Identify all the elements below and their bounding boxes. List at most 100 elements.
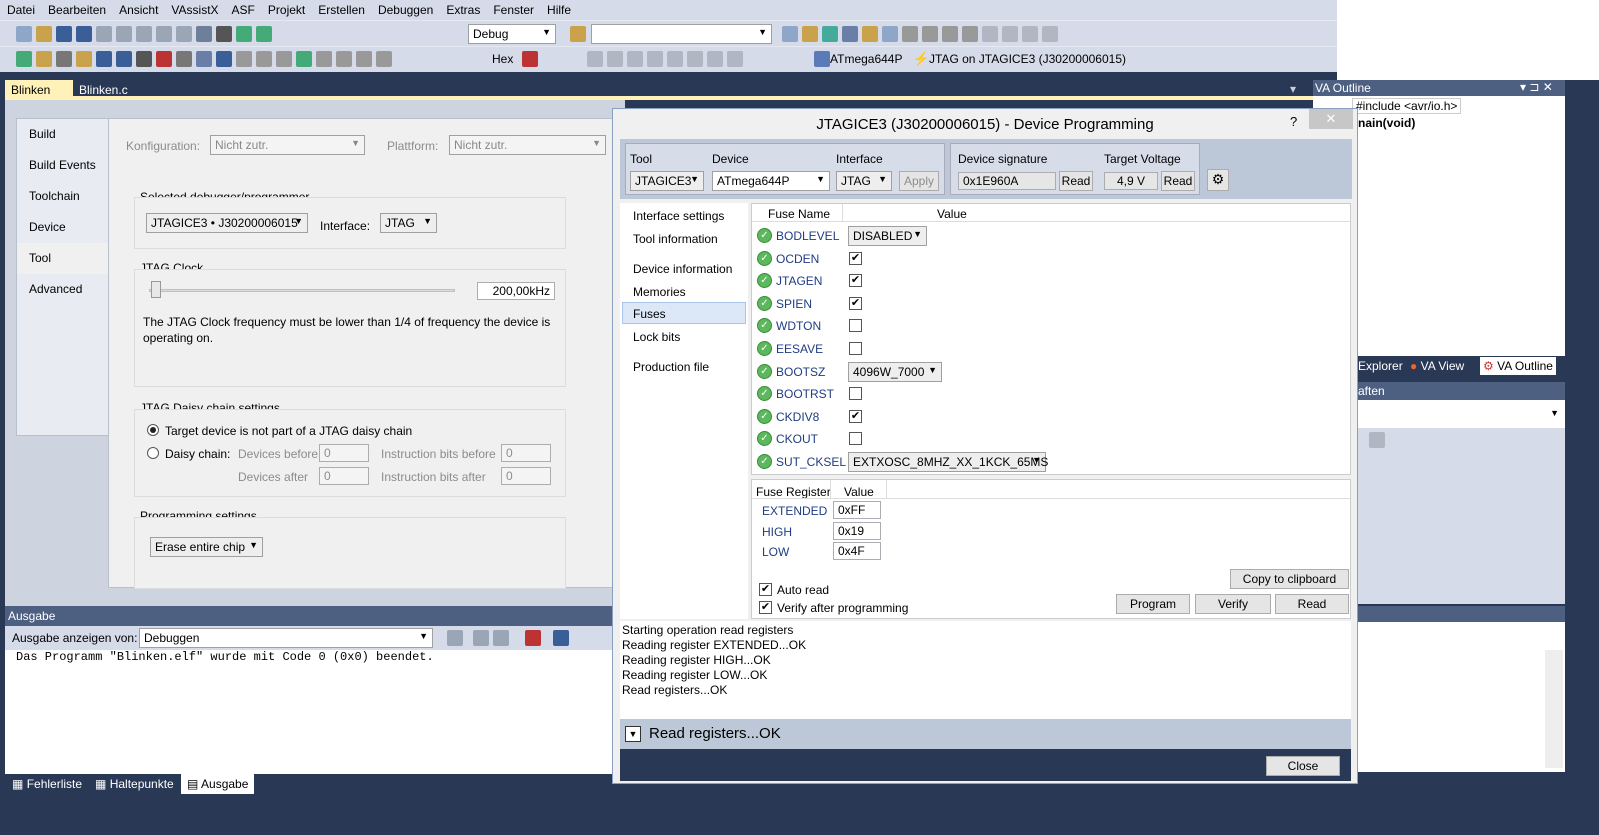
- save-all-icon[interactable]: [76, 26, 92, 42]
- program-button[interactable]: Program: [1116, 594, 1190, 614]
- check-icon[interactable]: [16, 51, 32, 67]
- erase-select[interactable]: Erase entire chip ▼: [150, 537, 263, 557]
- bookmark-clear-icon[interactable]: [1042, 26, 1058, 42]
- fuse-checkbox[interactable]: [849, 432, 862, 446]
- undo-icon[interactable]: [156, 26, 172, 42]
- menu-erstellen[interactable]: Erstellen: [311, 0, 371, 17]
- disassembly-icon[interactable]: [687, 51, 703, 67]
- wrap-icon[interactable]: [553, 630, 569, 646]
- cut-icon[interactable]: [96, 26, 112, 42]
- chip-icon[interactable]: [56, 51, 72, 67]
- cut-red-icon[interactable]: [156, 51, 172, 67]
- tab-fehlerliste[interactable]: ▦ Fehlerliste: [6, 774, 88, 794]
- tool-select[interactable]: JTAGICE3 ▼: [630, 171, 704, 191]
- layout-icon[interactable]: [842, 26, 858, 42]
- tools-icon[interactable]: [862, 26, 878, 42]
- watch-icon[interactable]: [647, 51, 663, 67]
- clock-slider-track[interactable]: [149, 289, 455, 292]
- instruction-before-input[interactable]: 0: [501, 444, 551, 462]
- fuse-checkbox[interactable]: ✔: [849, 274, 862, 288]
- menu-projekt[interactable]: Projekt: [261, 0, 311, 17]
- daisy-chain-radio[interactable]: [147, 447, 159, 459]
- close-button[interactable]: Close: [1266, 756, 1340, 776]
- tool-label[interactable]: JTAG on JTAGICE3 (J30200006015): [929, 52, 1126, 66]
- output-source-select[interactable]: Debuggen ▼: [139, 628, 433, 648]
- devices-after-input[interactable]: 0: [319, 467, 369, 485]
- tab-explorer[interactable]: Explorer: [1358, 359, 1403, 373]
- step-icon[interactable]: [216, 51, 232, 67]
- redo-icon[interactable]: [176, 26, 192, 42]
- key-icon[interactable]: [76, 51, 92, 67]
- menu-datei[interactable]: Datei: [0, 0, 41, 17]
- bookmark-prev-icon[interactable]: [1002, 26, 1018, 42]
- register-value-input[interactable]: 0xFF: [833, 501, 881, 519]
- new-project-icon[interactable]: [16, 26, 32, 42]
- nav-fuses[interactable]: Fuses: [633, 307, 666, 321]
- fuse-select[interactable]: DISABLED ▼: [848, 226, 927, 246]
- pause-icon[interactable]: [276, 51, 292, 67]
- open-folder-icon[interactable]: [36, 51, 52, 67]
- tab-build-events[interactable]: Build Events: [17, 150, 111, 181]
- prev-message-icon[interactable]: [473, 630, 489, 646]
- find-combo[interactable]: ▼: [591, 24, 772, 44]
- chevron-down-icon[interactable]: ▾: [1290, 82, 1296, 96]
- tab-va-outline[interactable]: ⚙ VA Outline: [1480, 357, 1556, 375]
- register-value-input[interactable]: 0x19: [833, 522, 881, 540]
- devices-before-input[interactable]: 0: [319, 444, 369, 462]
- platform-dropdown[interactable]: Nicht zutr. ▼: [449, 135, 606, 155]
- device-icon[interactable]: [822, 26, 838, 42]
- fuse-checkbox[interactable]: ✔: [849, 251, 862, 265]
- spell-icon[interactable]: [176, 51, 192, 67]
- tab-va-view[interactable]: ● VA View: [1410, 359, 1464, 373]
- settings-gear-icon[interactable]: ⚙: [1207, 169, 1229, 191]
- step-over-icon[interactable]: [256, 51, 272, 67]
- copy-icon[interactable]: [116, 26, 132, 42]
- menu-asf[interactable]: ASF: [225, 0, 261, 17]
- nav-memories[interactable]: Memories: [633, 285, 686, 299]
- apply-button[interactable]: Apply: [899, 171, 939, 191]
- step-out-icon[interactable]: [376, 51, 392, 67]
- fuse-checkbox[interactable]: [849, 319, 862, 333]
- navigate-icon[interactable]: [196, 26, 212, 42]
- run-to-cursor-icon[interactable]: [336, 51, 352, 67]
- find-icon[interactable]: [570, 26, 586, 42]
- fuse-checkbox[interactable]: ✔: [849, 409, 862, 423]
- bookmark-icon[interactable]: [982, 26, 998, 42]
- property-pages-icon[interactable]: [1369, 432, 1385, 448]
- tab-ausgabe[interactable]: ▤ Ausgabe: [181, 774, 255, 794]
- clear-icon[interactable]: [525, 630, 541, 646]
- clock-input[interactable]: 200,00kHz: [477, 282, 555, 300]
- debugger-select[interactable]: JTAGICE3 • J30200006015 ▼: [146, 213, 308, 233]
- fuse-select[interactable]: 4096W_7000 ▼: [848, 361, 942, 382]
- start-no-debug-icon[interactable]: [256, 26, 272, 42]
- auto-read-checkbox[interactable]: ✔: [759, 583, 772, 596]
- interface-select[interactable]: JTAG ▼: [380, 213, 437, 233]
- memory-icon[interactable]: [587, 51, 603, 67]
- continue-icon[interactable]: [296, 51, 312, 67]
- nav-lock-bits[interactable]: Lock bits: [633, 330, 680, 344]
- config-dropdown[interactable]: Nicht zutr. ▼: [210, 135, 365, 155]
- close-window-button[interactable]: ✕: [1309, 109, 1353, 129]
- indent-icon[interactable]: [922, 26, 938, 42]
- callstack-icon[interactable]: [727, 51, 743, 67]
- menu-fenster[interactable]: Fenster: [486, 0, 540, 17]
- link-icon[interactable]: [96, 51, 112, 67]
- daisy-option-none-radio[interactable]: [147, 424, 159, 436]
- nav-production-file[interactable]: Production file: [633, 360, 709, 374]
- goto-icon[interactable]: [447, 630, 463, 646]
- outline-main[interactable]: nain(void): [1358, 116, 1415, 130]
- help-button[interactable]: ?: [1290, 114, 1297, 129]
- io-view-icon[interactable]: [627, 51, 643, 67]
- window-icon[interactable]: [782, 26, 798, 42]
- verify-button[interactable]: Verify: [1195, 594, 1271, 614]
- uncomment-icon[interactable]: [962, 26, 978, 42]
- tab-device[interactable]: Device: [17, 212, 111, 243]
- tab-tool[interactable]: Tool: [17, 243, 112, 274]
- start-icon[interactable]: [236, 26, 252, 42]
- menu-debuggen[interactable]: Debuggen: [371, 0, 439, 17]
- menu-ansicht[interactable]: Ansicht: [112, 0, 164, 17]
- menu-bearbeiten[interactable]: Bearbeiten: [41, 0, 112, 17]
- read-signature-button[interactable]: Read: [1059, 171, 1093, 191]
- device-label[interactable]: ATmega644P: [830, 52, 903, 66]
- bookmark-next-icon[interactable]: [1022, 26, 1038, 42]
